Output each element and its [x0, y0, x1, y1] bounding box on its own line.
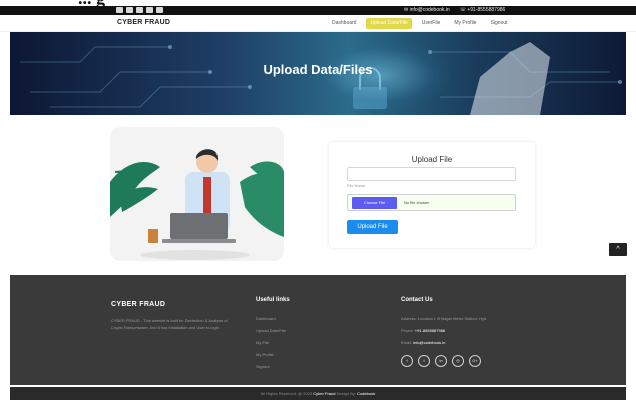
site-footer: CYBER FRAUD CYBER FRAUD - This website i… [10, 275, 626, 385]
footer-useful-links: Useful links Dashboard Upload Data/File … [256, 297, 366, 373]
twitter-icon[interactable] [126, 7, 133, 13]
footer-phone[interactable]: +91-8555887986 [415, 328, 445, 333]
upload-form-title: Upload File [411, 155, 453, 164]
copyright-bar: All Rights Reserved. @ 2023 Cyber Fraud … [10, 387, 626, 400]
footer-link-my-profile[interactable]: My Profile [256, 349, 366, 361]
google-plus-icon[interactable]: G+ [469, 355, 481, 367]
copyright-prefix: All Rights Reserved. @ 2023 [260, 391, 314, 396]
nav-signout[interactable]: Signout [487, 18, 512, 29]
instagram-icon[interactable]: ◎ [452, 355, 464, 367]
facebook-icon[interactable]: f [401, 355, 413, 367]
office-worker-illustration [110, 149, 284, 260]
upload-file-button[interactable]: Upload File [347, 220, 398, 234]
footer-email-label: Email: [401, 340, 414, 345]
hero-banner: Upload Data/Files [10, 32, 626, 115]
footer-email[interactable]: info@codebook.in [413, 340, 445, 345]
copyright-design[interactable]: Codebook [357, 391, 375, 396]
nav-links: Dashboard Upload Data/File UserFile My P… [328, 18, 512, 29]
file-name-input[interactable] [347, 167, 516, 181]
file-name-label: File Name [347, 183, 366, 188]
linkedin-icon[interactable]: in [435, 355, 447, 367]
top-social-icons [116, 7, 163, 13]
top-contact-info: ✉ info@codebook.in ☏ +91-8555887986 [404, 6, 505, 15]
choose-file-button[interactable]: Choose File [352, 197, 397, 209]
scroll-to-top-button[interactable]: ^ [609, 243, 627, 256]
footer-phone-line: Phone: +91-8555887986 [401, 325, 581, 337]
footer-link-signout[interactable]: Signout [256, 361, 366, 373]
nav-dashboard[interactable]: Dashboard [328, 18, 360, 29]
footer-link-my-file[interactable]: My File [256, 337, 366, 349]
footer-link-upload[interactable]: Upload Data/File [256, 325, 366, 337]
linkedin-icon[interactable] [136, 7, 143, 13]
google-plus-icon[interactable] [156, 7, 163, 13]
no-file-chosen-text: No file chosen [404, 200, 430, 205]
footer-address: Address: Location L B Nagar Metro Statio… [401, 316, 488, 321]
brand-logo[interactable]: CYBER FRAUD [117, 19, 170, 26]
top-email[interactable]: ✉ info@codebook.in [404, 6, 450, 15]
footer-link-dashboard[interactable]: Dashboard [256, 313, 366, 325]
page-title: Upload Data/Files [263, 62, 373, 77]
file-picker[interactable]: Choose File No file chosen [347, 194, 516, 211]
illustration-card [110, 127, 284, 261]
facebook-icon[interactable] [116, 7, 123, 13]
nav-my-profile[interactable]: My Profile [450, 18, 480, 29]
twitter-icon[interactable]: t [418, 355, 430, 367]
footer-phone-label: Phone: [401, 328, 415, 333]
top-contact-bar: ✉ info@codebook.in ☏ +91-8555887986 [0, 6, 636, 15]
instagram-icon[interactable] [146, 7, 153, 13]
footer-description: CYBER FRAUD - This website is built for … [111, 318, 228, 330]
footer-contact: Contact Us Address: Location L B Nagar M… [401, 297, 581, 367]
nav-upload-data-file[interactable]: Upload Data/File [366, 18, 412, 29]
top-phone[interactable]: ☏ +91-8555887986 [460, 6, 506, 15]
footer-about: CYBER FRAUD CYBER FRAUD - This website i… [111, 301, 231, 331]
copyright-mid: Design By: [335, 391, 358, 396]
upload-form-card: Upload File File Name Choose File No fil… [329, 142, 535, 248]
footer-email-line: Email: info@codebook.in [401, 337, 581, 349]
footer-brand: CYBER FRAUD [111, 301, 166, 308]
footer-contact-heading: Contact Us [401, 297, 433, 303]
main-navbar: CYBER FRAUD Dashboard Upload Data/File U… [0, 15, 636, 32]
copyright-brand[interactable]: Cyber Fraud [313, 391, 335, 396]
nav-userfile[interactable]: UserFile [418, 18, 445, 29]
footer-links-heading: Useful links [256, 297, 290, 303]
footer-social-icons: f t in ◎ G+ [401, 355, 581, 367]
